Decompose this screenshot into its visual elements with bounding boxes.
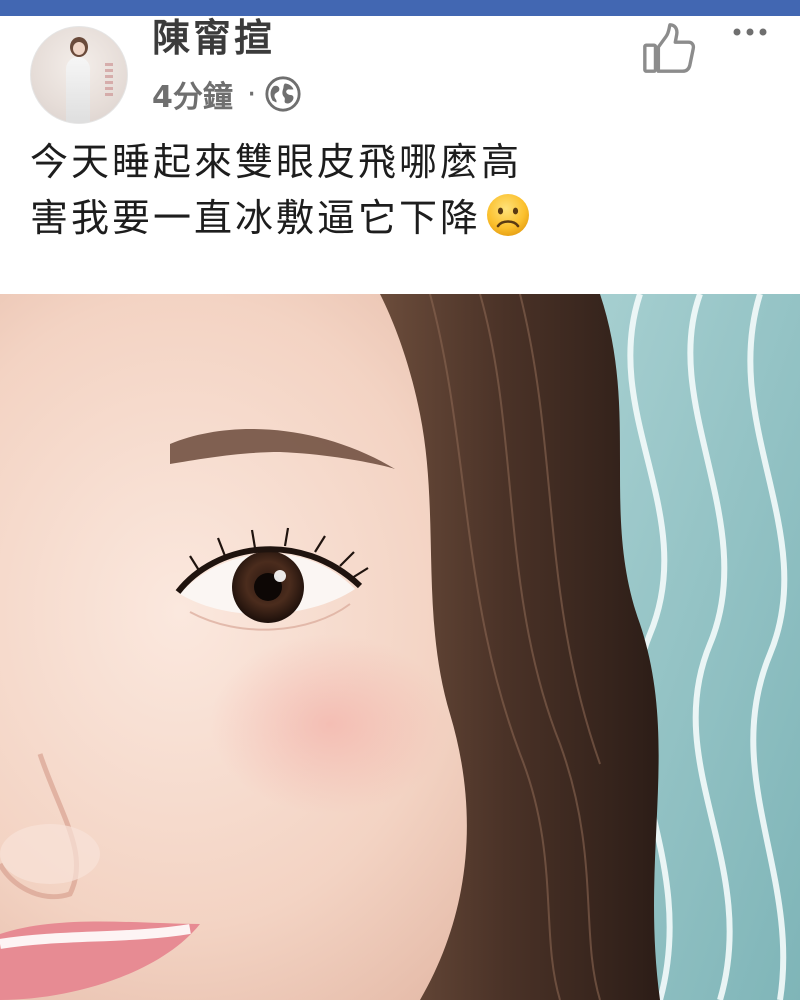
author-name[interactable]: 陳甯揎 bbox=[152, 12, 275, 64]
post-message: 今天睡起來雙眼皮飛哪麼高 害我要一直冰敷逼它下降 bbox=[30, 134, 770, 246]
top-app-bar bbox=[0, 0, 800, 16]
post-time[interactable]: 4分鐘 bbox=[152, 72, 233, 116]
meta-separator: · bbox=[246, 76, 257, 112]
selfie-photo-illustration bbox=[0, 294, 800, 1000]
post-photo[interactable] bbox=[0, 294, 800, 1000]
ellipsis-icon[interactable] bbox=[730, 22, 770, 42]
globe-icon[interactable] bbox=[264, 75, 302, 113]
avatar-figure bbox=[61, 35, 95, 123]
post-header: 陳甯揎 4分鐘 · bbox=[0, 16, 800, 126]
frowning-face-icon bbox=[487, 193, 530, 236]
post-meta: 4分鐘 · bbox=[152, 72, 302, 116]
post-text-line: 今天睡起來雙眼皮飛哪麼高 bbox=[30, 140, 523, 184]
post-text-line-content: 害我要一直冰敷逼它下降 bbox=[30, 196, 482, 240]
author-avatar[interactable] bbox=[30, 26, 128, 124]
post-text-line-2: 害我要一直冰敷逼它下降 bbox=[30, 190, 770, 246]
thumbs-up-icon[interactable] bbox=[640, 20, 698, 78]
avatar-watermark bbox=[105, 63, 113, 99]
